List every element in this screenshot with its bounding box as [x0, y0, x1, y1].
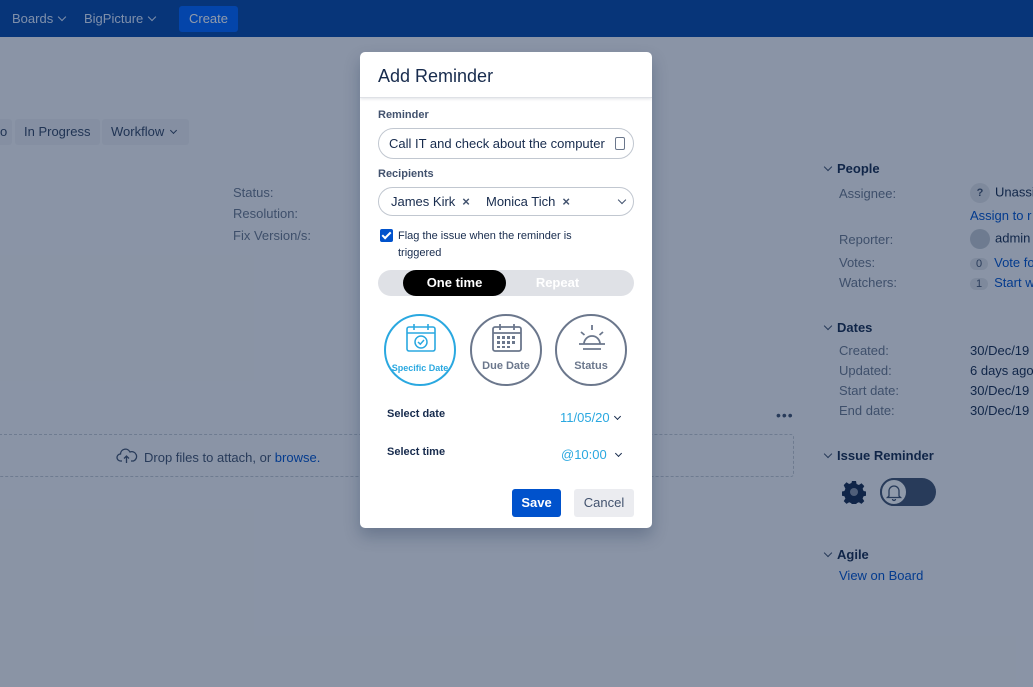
contact-card-icon: [615, 137, 625, 150]
calendar-grid-icon: [492, 324, 522, 352]
recipient-chip: James Kirk ×: [391, 194, 470, 209]
dialog-footer: Save Cancel: [360, 480, 652, 528]
reminder-label: Reminder: [378, 109, 429, 121]
recipient-chip: Monica Tich ×: [486, 194, 570, 209]
save-button[interactable]: Save: [512, 489, 561, 517]
one-time-option[interactable]: One time: [403, 270, 506, 296]
remove-recipient-icon[interactable]: ×: [562, 194, 570, 209]
dialog-header: Add Reminder: [360, 52, 652, 98]
date-picker[interactable]: 11/05/20: [560, 410, 621, 425]
status-option[interactable]: Status: [555, 314, 627, 386]
chevron-down-icon: [613, 412, 621, 421]
repeat-option[interactable]: Repeat: [506, 270, 609, 296]
time-value: @10:00: [561, 447, 607, 462]
specific-date-option[interactable]: Specific Date: [384, 314, 456, 386]
flag-issue-checkbox[interactable]: [380, 229, 393, 242]
select-date-label: Select date: [387, 408, 446, 420]
specific-date-label: Specific Date: [391, 363, 449, 373]
due-date-label: Due Date: [482, 360, 530, 372]
date-value: 11/05/20: [560, 410, 610, 425]
recipient-name: James Kirk: [391, 194, 456, 209]
frequency-toggle: One time Repeat: [378, 270, 634, 296]
select-time-label: Select time: [387, 446, 446, 458]
time-picker[interactable]: @10:00: [561, 447, 622, 462]
sunrise-icon: [579, 325, 605, 350]
recipient-name: Monica Tich: [486, 194, 556, 209]
calendar-check-icon: [406, 324, 436, 352]
flag-issue-label: Flag the issue when the reminder is trig…: [398, 230, 572, 259]
add-reminder-dialog: Add Reminder Reminder Call IT and check …: [360, 52, 652, 528]
recipients-select[interactable]: James Kirk × Monica Tich ×: [378, 187, 634, 216]
remove-recipient-icon[interactable]: ×: [462, 194, 470, 209]
cancel-button[interactable]: Cancel: [574, 489, 634, 517]
status-label: Status: [574, 360, 608, 372]
dialog-title: Add Reminder: [378, 66, 494, 86]
recipients-label: Recipients: [378, 168, 434, 180]
due-date-option[interactable]: Due Date: [470, 314, 542, 386]
chevron-down-icon: [614, 449, 622, 458]
chevron-down-icon[interactable]: [617, 195, 627, 205]
reminder-input[interactable]: Call IT and check about the computer: [378, 128, 634, 159]
reminder-input-value: Call IT and check about the computer: [389, 136, 605, 151]
